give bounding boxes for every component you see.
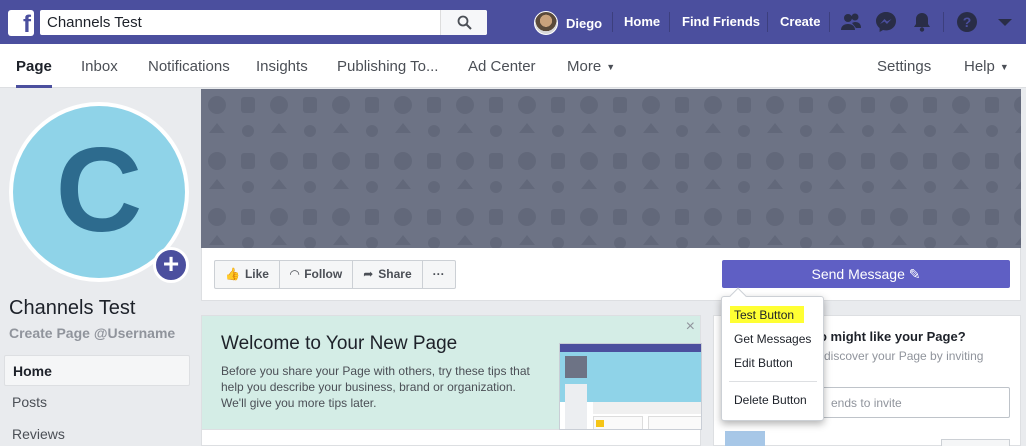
menu-item-get-messages[interactable]: Get Messages — [734, 332, 811, 346]
like-button[interactable]: 👍 Like — [215, 261, 280, 288]
share-button[interactable]: ➦ Share — [353, 261, 423, 288]
menu-item-edit-button[interactable]: Edit Button — [734, 356, 793, 370]
invite-title: o might like your Page? — [819, 329, 966, 344]
home-link[interactable]: Home — [624, 14, 660, 29]
search-box — [40, 10, 487, 35]
left-nav-item-home[interactable]: Home — [4, 355, 190, 386]
cover-photo[interactable] — [201, 89, 1021, 248]
tab-more[interactable]: More ▼ — [567, 44, 615, 88]
facebook-logo-icon[interactable]: f — [8, 10, 34, 36]
more-options-button[interactable]: ··· — [423, 261, 455, 288]
follow-label: Follow — [304, 267, 343, 281]
pencil-icon: ✎ — [908, 266, 921, 282]
divider — [767, 12, 768, 32]
tab-publishing-tools[interactable]: Publishing To... — [337, 44, 438, 88]
welcome-card: Welcome to Your New Page Before you shar… — [201, 315, 702, 430]
tab-insights[interactable]: Insights — [256, 44, 308, 88]
divider — [612, 12, 613, 32]
find-friends-link[interactable]: Find Friends — [682, 14, 760, 29]
notifications-bell-icon[interactable] — [911, 11, 933, 33]
invite-input-placeholder: ends to invite — [831, 396, 902, 410]
avatar — [534, 11, 558, 35]
svg-text:?: ? — [963, 14, 972, 30]
search-button[interactable] — [440, 10, 487, 35]
tab-notifications[interactable]: Notifications — [148, 44, 230, 88]
tab-help-label: Help — [964, 58, 995, 75]
more-dots-icon: ··· — [432, 267, 445, 281]
page-actions: 👍 Like ◠ Follow ➦ Share ··· — [214, 260, 456, 289]
welcome-card-footer — [201, 430, 701, 446]
follow-button[interactable]: ◠ Follow — [280, 261, 354, 288]
left-nav-item-posts[interactable]: Posts — [4, 387, 190, 418]
left-nav-item-reviews[interactable]: Reviews — [4, 419, 190, 446]
help-icon[interactable]: ? — [956, 11, 978, 33]
search-icon — [457, 15, 472, 30]
create-link[interactable]: Create — [780, 14, 820, 29]
menu-item-test-button[interactable]: Test Button — [734, 308, 794, 322]
chevron-down-icon: ▼ — [999, 62, 1009, 73]
page-preview-illustration — [559, 343, 702, 430]
create-username-link[interactable]: Create Page @Username — [9, 325, 175, 341]
divider — [729, 381, 817, 382]
welcome-title: Welcome to Your New Page — [221, 333, 458, 354]
tab-settings[interactable]: Settings — [877, 44, 931, 88]
tab-ad-center[interactable]: Ad Center — [468, 44, 536, 88]
account-menu-caret-icon[interactable] — [994, 11, 1016, 33]
left-nav: Home Posts Reviews — [4, 355, 190, 446]
send-message-dropdown: Test Button Get Messages Edit Button Del… — [721, 287, 824, 421]
cover-pattern — [201, 89, 1021, 248]
thumbs-up-icon: 👍 — [225, 267, 240, 281]
close-icon[interactable]: × — [686, 318, 695, 336]
rss-icon: ◠ — [289, 267, 300, 281]
page-nav: Page Inbox Notifications Insights Publis… — [0, 44, 1026, 88]
tab-inbox[interactable]: Inbox — [81, 44, 118, 88]
user-name: Diego — [566, 15, 603, 31]
profile-picture[interactable]: C + — [9, 102, 189, 283]
send-message-label: Send Message — [811, 266, 905, 282]
tab-more-label: More — [567, 58, 602, 75]
welcome-body: Before you share your Page with others, … — [221, 364, 530, 410]
send-message-button[interactable]: Send Message ✎ — [722, 260, 1010, 288]
friends-icon[interactable] — [840, 11, 862, 33]
like-label: Like — [244, 267, 269, 281]
divider — [829, 12, 830, 32]
menu-item-delete-button[interactable]: Delete Button — [734, 393, 807, 407]
chevron-down-icon: ▼ — [606, 62, 616, 73]
divider — [943, 12, 944, 32]
tab-page[interactable]: Page — [16, 44, 52, 88]
divider — [669, 12, 670, 32]
messenger-icon[interactable] — [875, 11, 897, 33]
add-photo-plus-icon[interactable]: + — [153, 247, 189, 283]
top-bar: f Diego Home Find Friends Create ? — [0, 0, 1026, 44]
search-input[interactable] — [40, 10, 440, 35]
profile-link[interactable]: Diego — [534, 10, 602, 36]
friend-thumbnail — [725, 431, 765, 446]
tab-help[interactable]: Help ▼ — [964, 44, 1009, 88]
page-title: Channels Test — [9, 297, 136, 319]
share-label: Share — [378, 267, 412, 281]
action-bar: 👍 Like ◠ Follow ➦ Share ··· Send Message ✎ — [201, 248, 1021, 301]
left-column: C + Channels Test Create Page @Username … — [0, 89, 200, 446]
profile-letter: C — [55, 123, 143, 257]
invite-button[interactable] — [941, 439, 1010, 446]
invite-subtitle: discover your Page by inviting — [824, 349, 984, 363]
share-arrow-icon: ➦ — [363, 267, 374, 281]
